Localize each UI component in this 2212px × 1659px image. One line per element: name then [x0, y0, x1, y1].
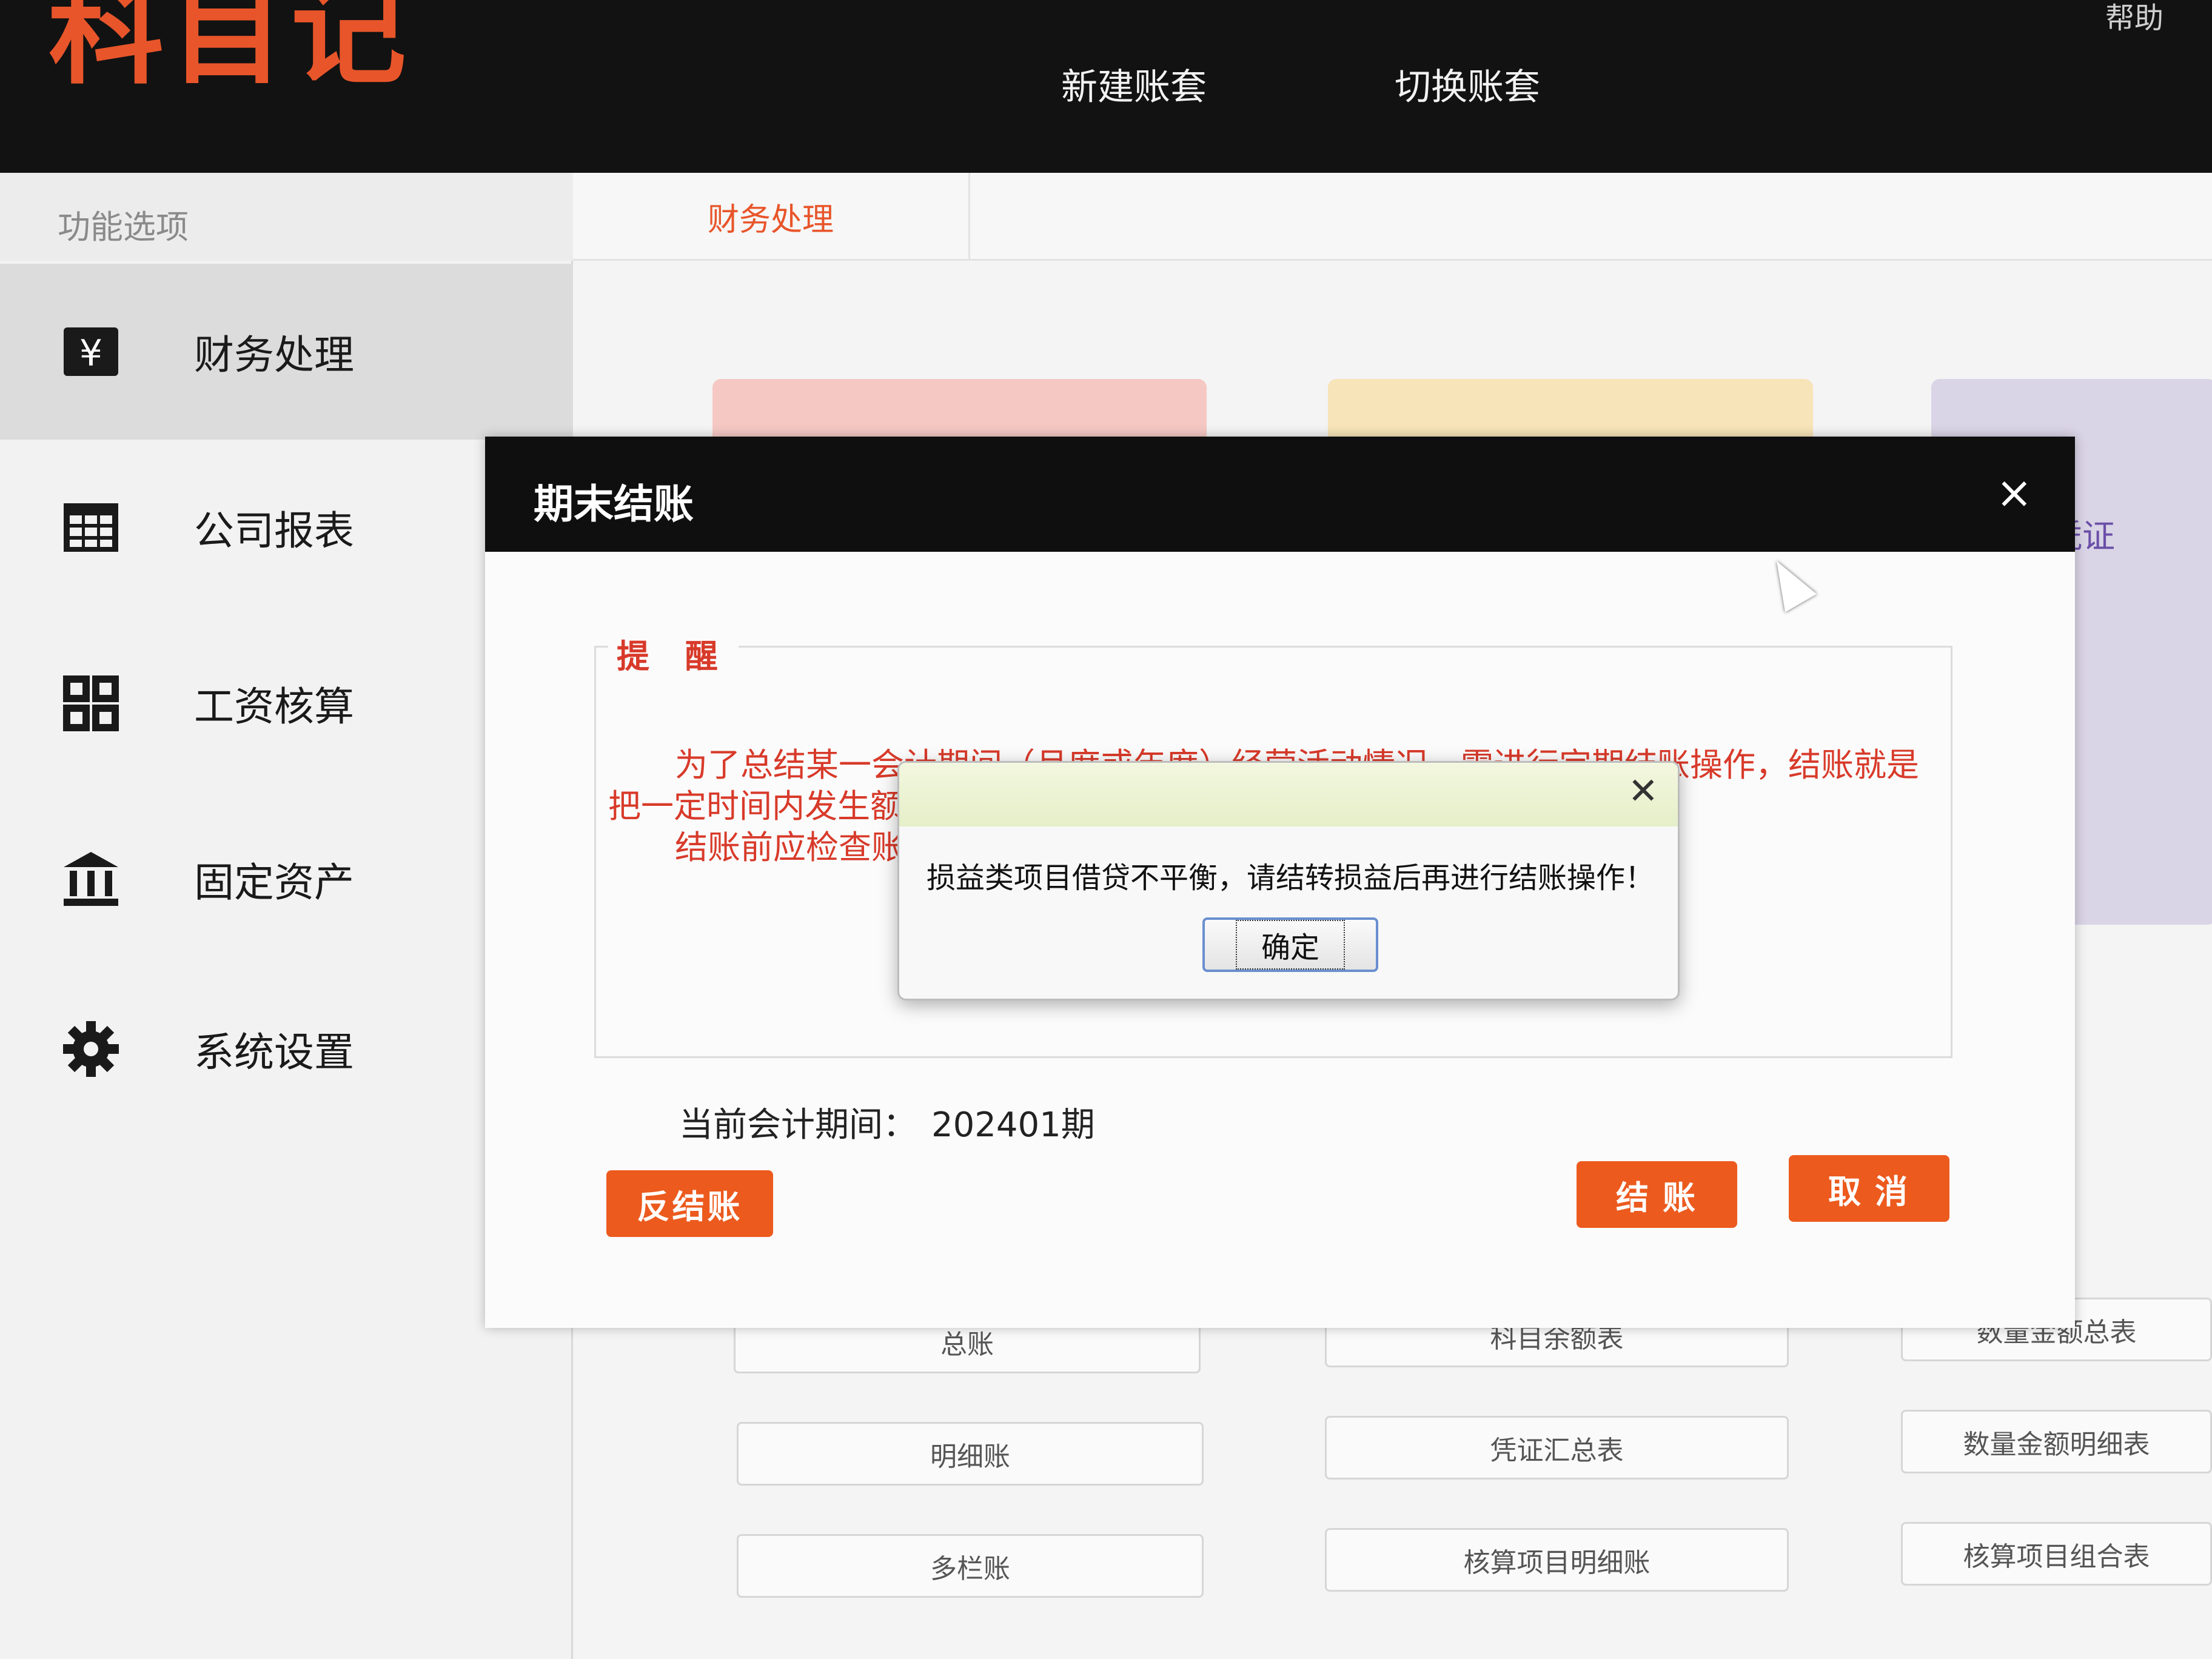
svg-text:¥: ¥	[79, 332, 102, 375]
alert-titlebar: ✕	[899, 763, 1678, 826]
report-accounting-item-detail[interactable]: 核算项目明细账	[1325, 1528, 1789, 1592]
sidebar-item-label: 财务处理	[194, 332, 354, 378]
report-multi-column-ledger[interactable]: 多栏账	[737, 1534, 1204, 1598]
period-value: 202401期	[931, 1105, 1095, 1145]
close-period-button[interactable]: 结 账	[1577, 1161, 1737, 1228]
cancel-button[interactable]: 取 消	[1789, 1155, 1949, 1222]
sidebar-item-label: 工资核算	[194, 683, 354, 730]
alert-dialog: ✕ 损益类项目借贷不平衡，请结转损益后再进行结账操作！ 确定	[897, 761, 1680, 1000]
sidebar-header: 功能选项	[0, 173, 573, 261]
sidebar-item-label: 公司报表	[194, 508, 354, 554]
ok-button[interactable]: 确定	[1202, 917, 1378, 972]
gear-icon	[61, 1019, 121, 1079]
close-icon[interactable]: ×	[1996, 467, 2033, 518]
sidebar-item-label: 固定资产	[194, 859, 354, 906]
sidebar-header-label: 功能选项	[58, 208, 189, 246]
tab-finance[interactable]: 财务处理	[573, 173, 970, 261]
report-quantity-amount-detail[interactable]: 数量金额明细表	[1901, 1410, 2212, 1473]
top-bar: 科目记 新建账套 切换账套 帮助	[0, 0, 2212, 173]
nav-switch-account-set[interactable]: 切换账套	[1395, 58, 1540, 110]
help-link[interactable]: 帮助	[2105, 0, 2163, 36]
main-tab-bar: 财务处理	[573, 173, 2212, 261]
reverse-close-button[interactable]: 反结账	[606, 1170, 773, 1237]
alert-message: 损益类项目借贷不平衡，请结转损益后再进行结账操作！	[927, 861, 1655, 895]
four-squares-icon	[61, 673, 121, 734]
dialog-title: 期末结账	[534, 481, 694, 528]
dialog-header: 期末结账 ×	[485, 437, 2075, 552]
report-accounting-item-combination[interactable]: 核算项目组合表	[1901, 1522, 2212, 1586]
close-icon[interactable]: ✕	[1628, 770, 1658, 813]
period-label: 当前会计期间：	[679, 1105, 917, 1145]
table-grid-icon	[61, 497, 121, 558]
reminder-title: 提 醒	[608, 629, 739, 677]
sidebar-item-label: 系统设置	[194, 1029, 354, 1076]
app-logo: 科目记	[49, 0, 413, 100]
ok-button-label: 确定	[1235, 920, 1345, 970]
current-period: 当前会计期间： 202401期	[679, 1098, 1095, 1147]
sidebar-item-finance[interactable]: ¥ 财务处理	[0, 264, 573, 440]
report-voucher-summary[interactable]: 凭证汇总表	[1325, 1416, 1789, 1480]
yen-box-icon: ¥	[61, 321, 121, 382]
report-detail-ledger[interactable]: 明细账	[737, 1422, 1204, 1486]
nav-new-account-set[interactable]: 新建账套	[1061, 58, 1207, 110]
bank-building-icon	[61, 849, 121, 910]
